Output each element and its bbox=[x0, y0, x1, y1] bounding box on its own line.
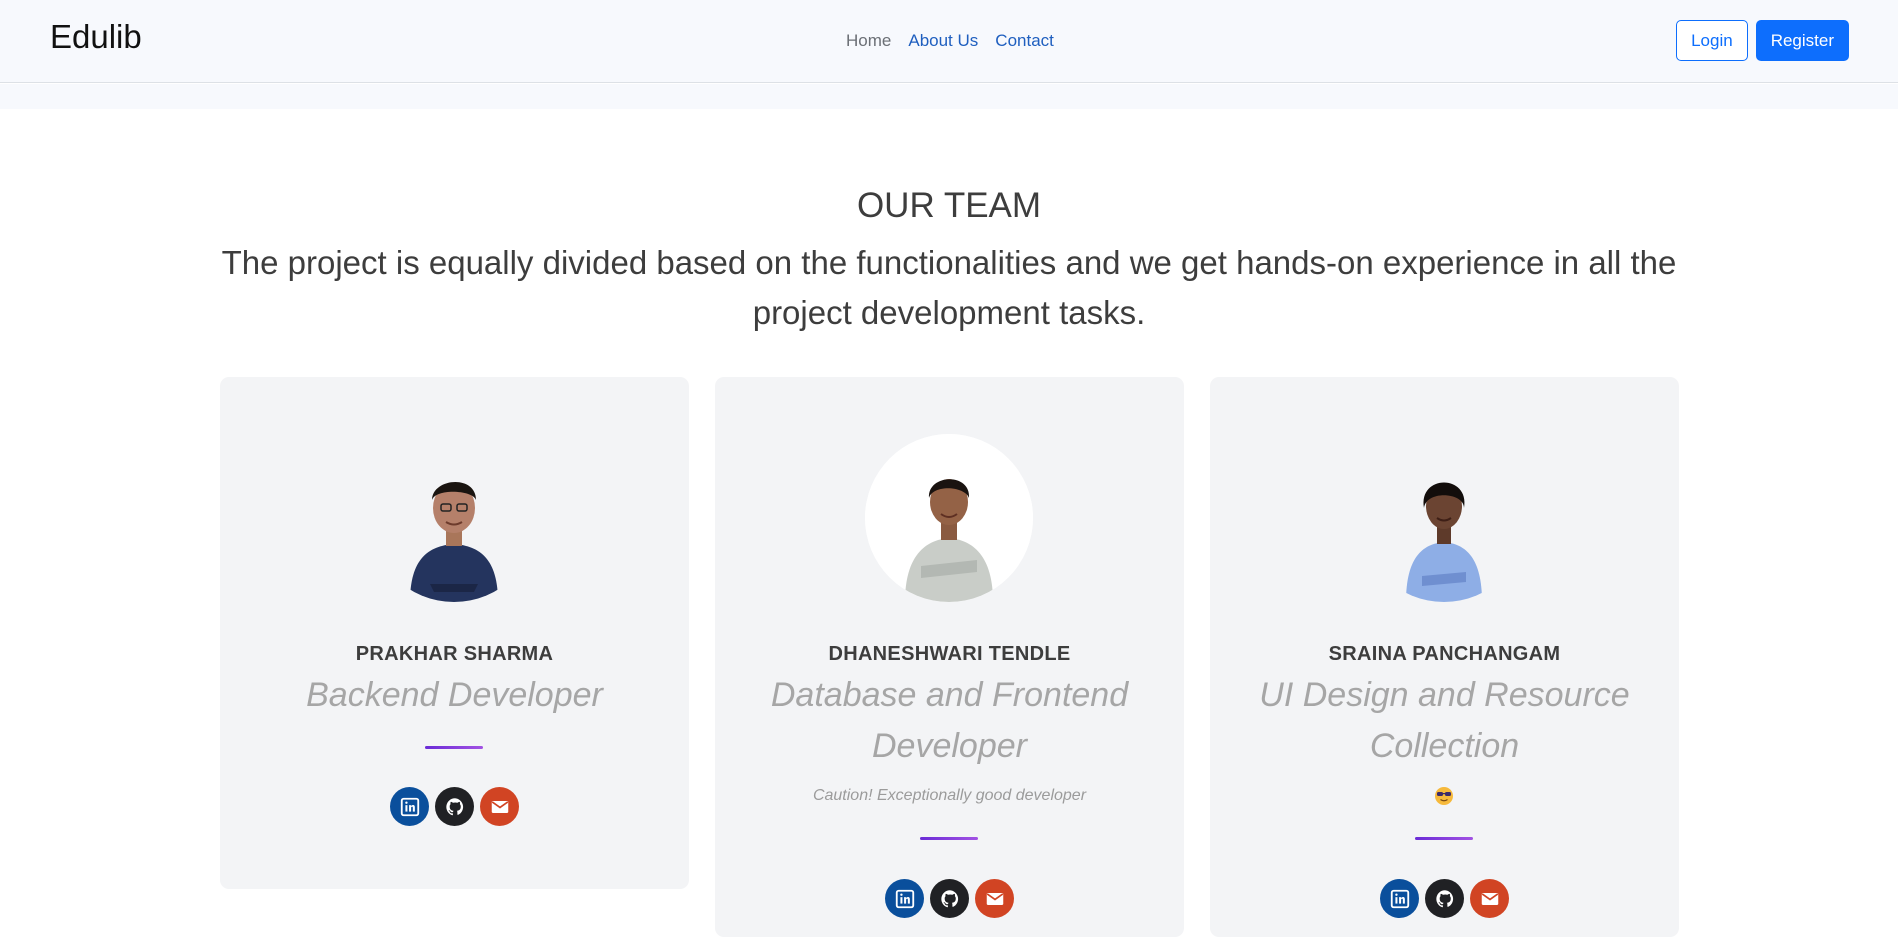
divider bbox=[1415, 837, 1473, 840]
navbar: Edulib Home About Us Contact Login Regis… bbox=[0, 0, 1898, 83]
social-links bbox=[715, 879, 1184, 918]
mail-icon[interactable] bbox=[1470, 879, 1509, 918]
member-role: Backend Developer bbox=[306, 676, 603, 714]
avatar bbox=[370, 434, 538, 602]
team-title: OUR TEAM bbox=[856, 186, 1042, 225]
auth-buttons: Login Register bbox=[1676, 20, 1849, 61]
header-band bbox=[0, 84, 1898, 109]
mail-icon[interactable] bbox=[480, 787, 519, 826]
member-name: DHANESHWARI TENDLE bbox=[828, 643, 1071, 665]
person-photo bbox=[370, 434, 538, 602]
member-note: Caution! Exceptionally good developer bbox=[812, 787, 1087, 804]
team-card: SRAINA PANCHANGAM UI Design and Resource… bbox=[1210, 377, 1679, 937]
member-role: Database and Frontend Developer bbox=[770, 676, 1129, 765]
nav-link-contact[interactable]: Contact bbox=[995, 31, 1054, 51]
nav-link-about-us[interactable]: About Us bbox=[908, 31, 978, 51]
nav-links: Home About Us Contact bbox=[846, 31, 1054, 51]
divider bbox=[920, 837, 978, 840]
member-name: SRAINA PANCHANGAM bbox=[1328, 643, 1561, 665]
linkedin-icon[interactable] bbox=[1380, 879, 1419, 918]
mail-icon[interactable] bbox=[975, 879, 1014, 918]
avatar bbox=[1360, 434, 1528, 602]
avatar bbox=[865, 434, 1033, 602]
divider bbox=[425, 746, 483, 749]
team-card: DHANESHWARI TENDLE Database and Frontend… bbox=[715, 377, 1184, 937]
linkedin-icon[interactable] bbox=[885, 879, 924, 918]
login-button[interactable]: Login bbox=[1676, 20, 1748, 61]
social-links bbox=[220, 787, 689, 826]
nav-link-home[interactable]: Home bbox=[846, 31, 891, 51]
member-name: PRAKHAR SHARMA bbox=[355, 643, 554, 665]
github-icon[interactable] bbox=[930, 879, 969, 918]
social-links bbox=[1210, 879, 1679, 918]
team-card: PRAKHAR SHARMA Backend Developer bbox=[220, 377, 689, 889]
member-role: UI Design and Resource Collection bbox=[1259, 676, 1630, 765]
github-icon[interactable] bbox=[435, 787, 474, 826]
linkedin-icon[interactable] bbox=[390, 787, 429, 826]
person-photo bbox=[1360, 434, 1528, 602]
sunglasses-emoji-icon bbox=[1435, 787, 1453, 805]
team-subtitle: The project is equally divided based on … bbox=[221, 244, 1677, 331]
register-button[interactable]: Register bbox=[1755, 20, 1849, 61]
person-photo bbox=[865, 434, 1033, 602]
github-icon[interactable] bbox=[1425, 879, 1464, 918]
brand-logo[interactable]: Edulib bbox=[50, 18, 142, 56]
